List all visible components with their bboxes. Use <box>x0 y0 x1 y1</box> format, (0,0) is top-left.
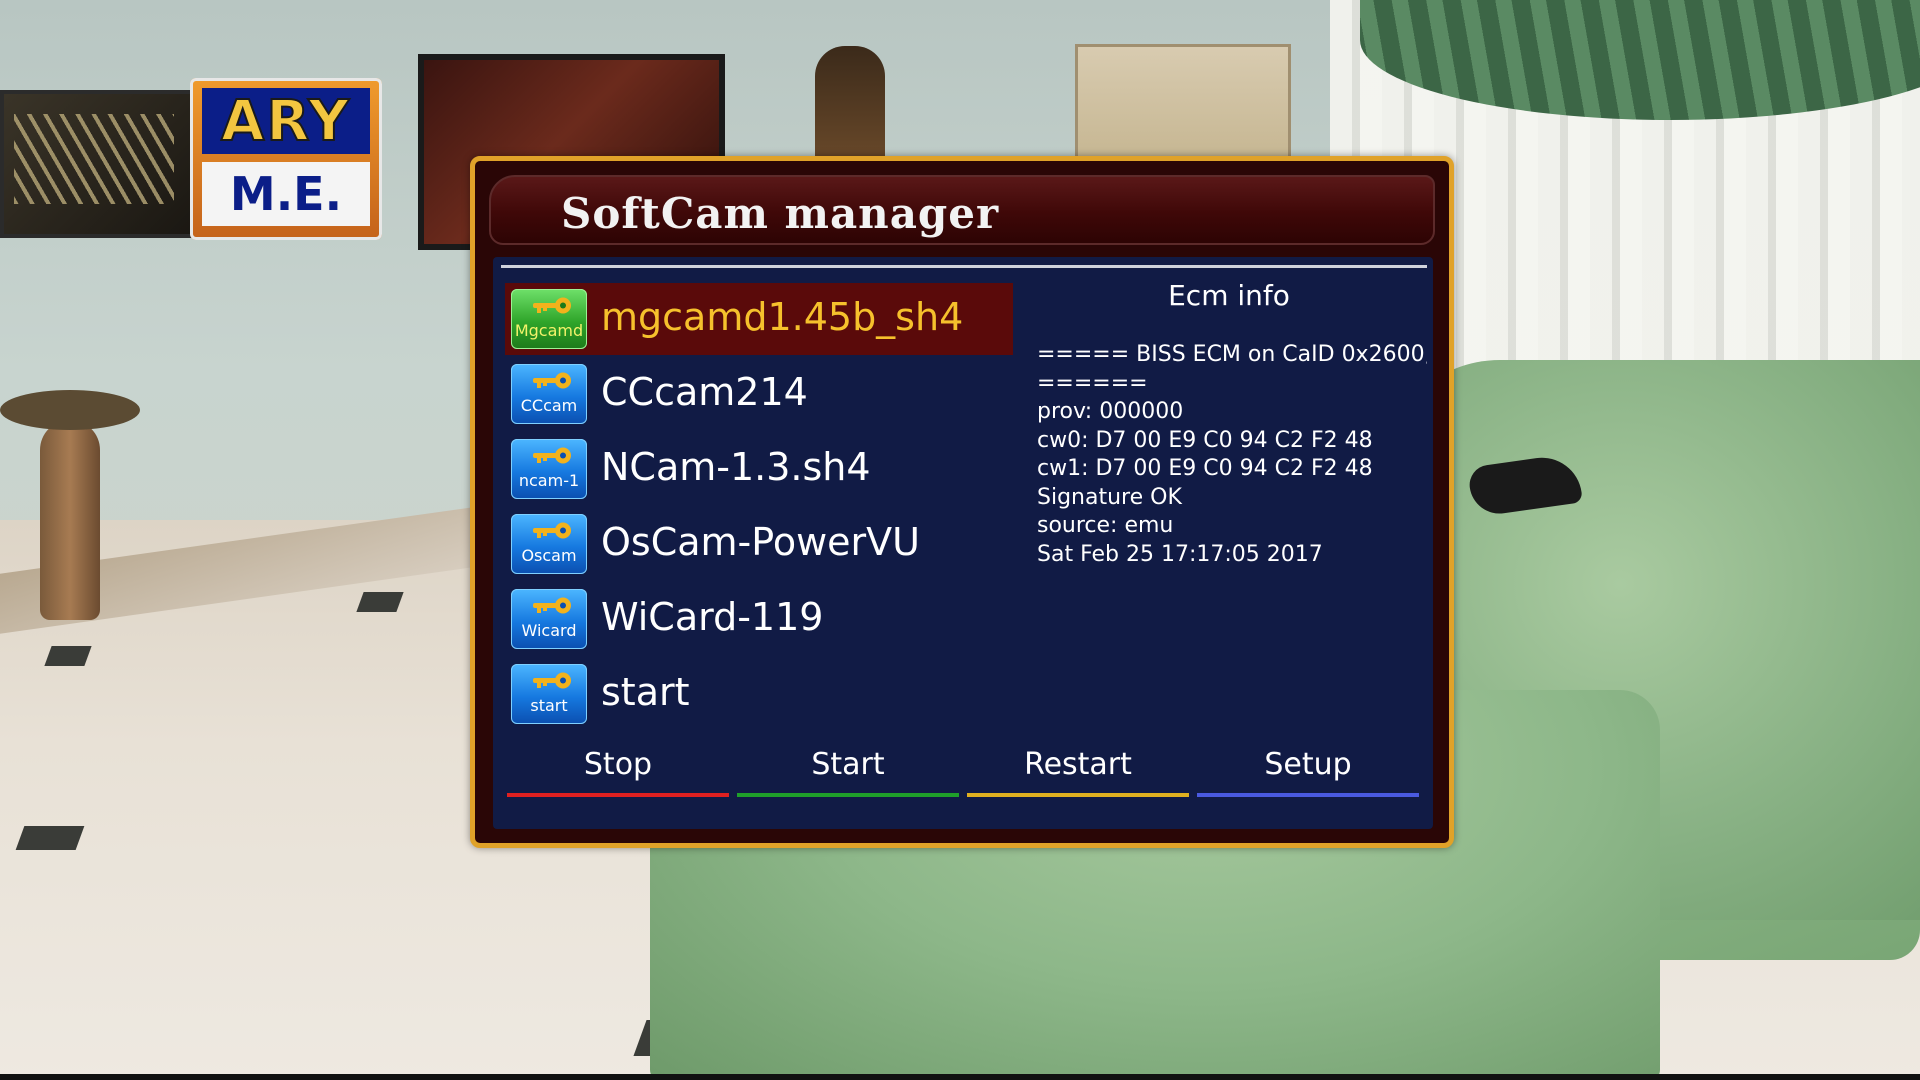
softcam-item-label: CCcam214 <box>601 370 808 414</box>
key-badge: ncam-1 <box>511 439 587 499</box>
key-badge: Wicard <box>511 589 587 649</box>
key-icon <box>533 597 571 614</box>
channel-logo-top: ARY <box>202 88 370 155</box>
side-table <box>0 390 140 620</box>
blue-key-bar <box>1197 793 1419 797</box>
key-badge: Mgcamd <box>511 289 587 349</box>
screen-bottom-border <box>0 1074 1920 1080</box>
dialog-panel: Mgcamd mgcamd1.45b_sh4 CCcam CCcam214 nc… <box>493 257 1433 829</box>
softcam-item[interactable]: ncam-1 NCam-1.3.sh4 <box>505 433 1013 505</box>
floor-tile <box>15 826 85 850</box>
floor-tile <box>44 646 92 666</box>
stop-button-label: Stop <box>583 747 653 782</box>
ecm-info-line: Signature OK <box>1037 484 1182 510</box>
ecm-info-line: cw0: D7 00 E9 C0 94 C2 F2 48 <box>1037 427 1373 453</box>
restart-button[interactable]: Restart <box>967 741 1189 797</box>
ecm-info-line: ===== BISS ECM on CaID 0x2600, pid ( <box>1037 342 1427 367</box>
ecm-info-line: source: emu <box>1037 513 1174 538</box>
restart-button-label: Restart <box>1024 747 1132 782</box>
panel-divider <box>501 265 1427 268</box>
badge-label: CCcam <box>520 396 578 415</box>
badge-label: start <box>530 696 568 715</box>
ecm-info-title: Ecm info <box>1168 279 1290 312</box>
dialog-titlebar: SoftCam manager <box>489 175 1435 245</box>
softcam-item-label: WiCard-119 <box>601 595 824 639</box>
ecm-info-line: Sat Feb 25 17:17:05 2017 <box>1037 541 1323 567</box>
key-icon <box>533 672 571 689</box>
softcam-item-label: OsCam-PowerVU <box>601 520 920 564</box>
channel-logo-bottom: M.E. <box>202 162 370 226</box>
ecm-info-line: prov: 000000 <box>1037 399 1184 424</box>
softcam-item-label: mgcamd1.45b_sh4 <box>601 295 964 339</box>
softcam-item[interactable]: Wicard WiCard-119 <box>505 583 1013 655</box>
key-icon <box>533 522 571 539</box>
start-button-label: Start <box>811 747 885 782</box>
key-icon <box>533 297 571 314</box>
color-button-bar: Stop Start Restart Setup <box>507 741 1419 801</box>
ecm-info-lines: ===== BISS ECM on CaID 0x2600, pid ( ===… <box>1037 341 1427 569</box>
wall-clock <box>815 46 885 166</box>
setup-button-label: Setup <box>1264 747 1352 782</box>
floor-tile <box>356 592 404 612</box>
calligraphy-frame <box>0 90 198 238</box>
softcam-item[interactable]: Oscam OsCam-PowerVU <box>505 508 1013 580</box>
channel-logo: ARY M.E. <box>190 78 382 240</box>
key-badge: CCcam <box>511 364 587 424</box>
softcam-item[interactable]: CCcam CCcam214 <box>505 358 1013 430</box>
ecm-info-panel: Ecm info ===== BISS ECM on CaID 0x2600, … <box>1031 279 1427 699</box>
ecm-info-line: cw1: D7 00 E9 C0 94 C2 F2 48 <box>1037 456 1373 481</box>
badge-label: ncam-1 <box>518 471 580 490</box>
dialog-title: SoftCam manager <box>561 189 1000 238</box>
key-badge: Oscam <box>511 514 587 574</box>
setup-button[interactable]: Setup <box>1197 741 1419 797</box>
softcam-manager-dialog: SoftCam manager Mgcamd mgcamd1.45b_sh4 C… <box>470 156 1454 848</box>
key-icon <box>533 447 571 464</box>
ecm-info-line: ====== <box>1037 370 1148 396</box>
key-badge: start <box>511 664 587 724</box>
key-icon <box>533 372 571 389</box>
stop-button[interactable]: Stop <box>507 741 729 797</box>
display-cabinet <box>1075 44 1291 170</box>
softcam-item-label: start <box>601 670 690 714</box>
badge-label: Oscam <box>521 546 577 565</box>
softcam-item[interactable]: Mgcamd mgcamd1.45b_sh4 <box>505 283 1013 355</box>
softcam-item[interactable]: start start <box>505 658 1013 730</box>
badge-label: Wicard <box>521 621 577 640</box>
badge-label: Mgcamd <box>514 321 584 340</box>
softcam-item-label: NCam-1.3.sh4 <box>601 445 871 489</box>
start-button[interactable]: Start <box>737 741 959 797</box>
green-key-bar <box>737 793 959 797</box>
yellow-key-bar <box>967 793 1189 797</box>
red-key-bar <box>507 793 729 797</box>
